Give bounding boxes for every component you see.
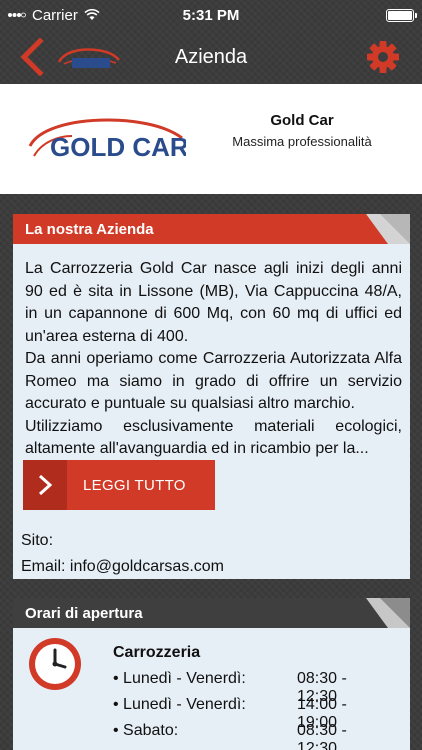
about-paragraph: La Carrozzeria Gold Car nasce agli inizi… [25, 260, 402, 345]
about-card-header: La nostra Azienda [13, 214, 410, 244]
about-paragraph: Utilizziamo esclusivamente materiali eco… [25, 417, 402, 458]
company-header: GOLD CAR Gold Car Massima professionalit… [0, 84, 422, 194]
battery-icon [386, 9, 417, 22]
hours-title: Orari di apertura [25, 605, 143, 622]
status-time: 5:31 PM [182, 6, 240, 24]
hours-section-title: Carrozzeria [113, 644, 201, 661]
opening-hours-card: Orari di apertura Carrozzeria • Lunedì -… [13, 598, 410, 750]
gold-car-logo: GOLD CAR [28, 118, 186, 162]
page-title: Azienda [174, 45, 248, 68]
read-more-label: LEGGI TUTTO [83, 476, 186, 494]
hours-time: 08:30 - 12:30 [297, 722, 347, 750]
about-text: La Carrozzeria Gold Car nasce agli inizi… [25, 258, 402, 464]
email-link[interactable]: Email: info@goldcarsas.com [21, 558, 224, 576]
company-tagline: Massima professionalità [232, 134, 372, 149]
status-bar: Carrier 5:31 PM [0, 0, 422, 30]
chevron-right-icon [23, 460, 67, 510]
clock-icon [29, 638, 81, 690]
hours-day: • Lunedì - Venerdì: [113, 670, 246, 687]
hours-day: • Sabato: [113, 722, 179, 739]
site-line: Sito: [21, 532, 54, 549]
read-more-button[interactable]: LEGGI TUTTO [23, 460, 215, 510]
about-card: La nostra Azienda La Carrozzeria Gold Ca… [13, 214, 410, 579]
about-paragraph: Da anni operiamo come Carrozzeria Autori… [25, 350, 402, 412]
company-name: Gold Car [270, 112, 334, 129]
nav-logo-car-icon[interactable] [56, 44, 122, 72]
logo-text: GOLD CAR [50, 132, 186, 162]
navigation-bar: Azienda [0, 30, 422, 84]
hours-day: • Lunedì - Venerdì: [113, 696, 246, 713]
about-title: La nostra Azienda [25, 221, 154, 238]
gear-icon[interactable] [366, 40, 400, 74]
hours-card-header: Orari di apertura [13, 598, 410, 628]
back-chevron-icon[interactable] [18, 38, 46, 76]
